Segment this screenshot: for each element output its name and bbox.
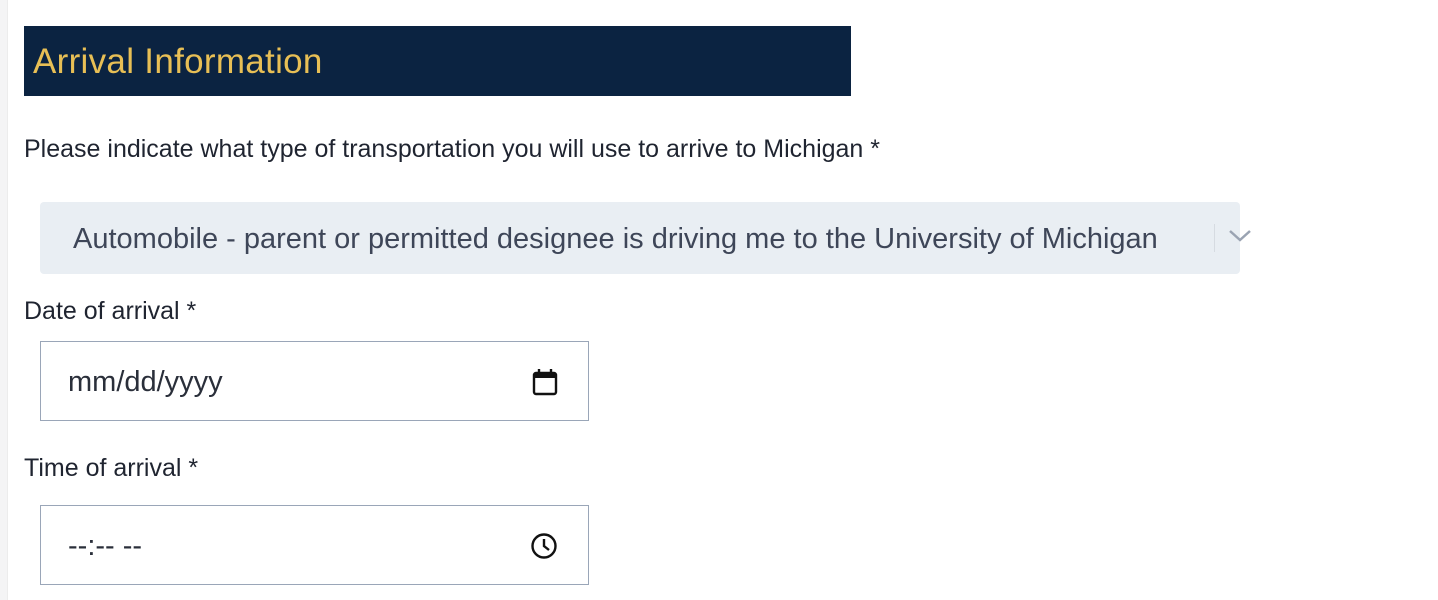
transportation-selected-value: Automobile - parent or permitted designe… xyxy=(73,223,1158,255)
left-edge xyxy=(0,0,8,600)
date-placeholder: mm/dd/yyyy xyxy=(68,366,223,398)
chevron-down-icon[interactable] xyxy=(1228,228,1252,244)
select-separator xyxy=(1214,224,1215,252)
transportation-select[interactable]: Automobile - parent or permitted designe… xyxy=(40,202,1251,274)
time-placeholder: --:-- -- xyxy=(68,530,143,562)
calendar-icon[interactable] xyxy=(532,368,558,396)
section-header: Arrival Information xyxy=(24,26,851,96)
transportation-label: Please indicate what type of transportat… xyxy=(24,135,881,163)
date-label: Date of arrival * xyxy=(24,297,197,325)
time-input[interactable]: --:-- -- xyxy=(40,505,589,585)
clock-icon[interactable] xyxy=(530,532,558,560)
time-label: Time of arrival * xyxy=(24,454,199,482)
section-title: Arrival Information xyxy=(33,42,323,81)
date-input[interactable]: mm/dd/yyyy xyxy=(40,341,589,421)
